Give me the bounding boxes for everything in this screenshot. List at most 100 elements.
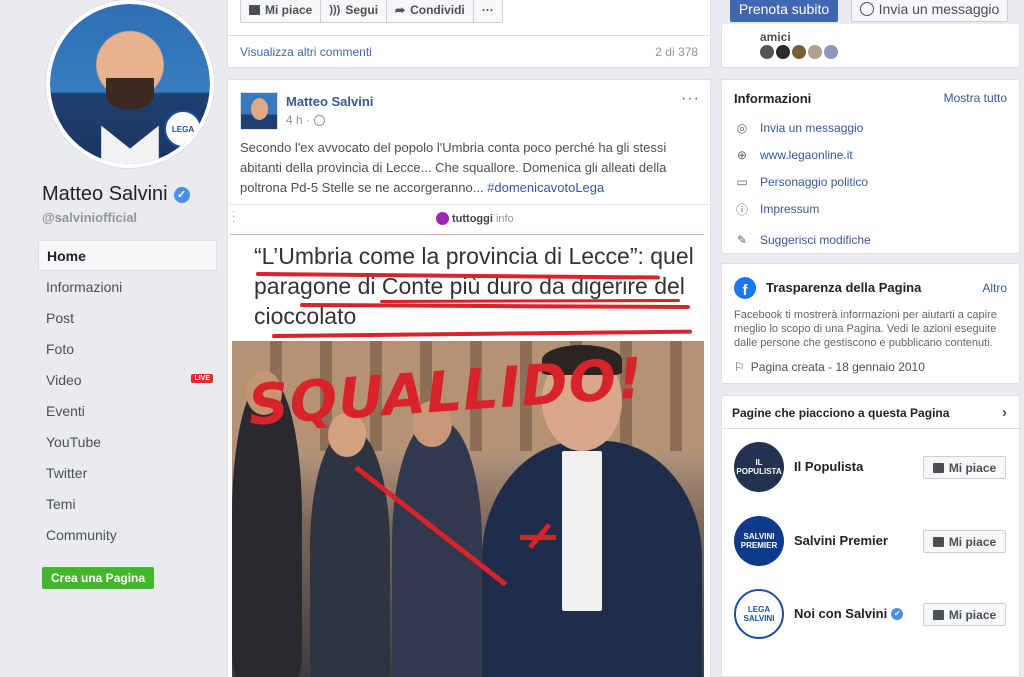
nav-item-video[interactable]: Video LIVE — [38, 364, 217, 395]
info-row-impressum[interactable]: ⓘ Impressum — [734, 201, 819, 217]
previous-post-footer: Mi piace ))) Segui ➦ Condividi ··· Visuali… — [227, 0, 711, 68]
verified-badge-icon: ✓ — [891, 607, 904, 620]
image-headline: “L’Umbria come la provincia di Lecce”: q… — [254, 243, 694, 329]
page-created-date: ⚐ Pagina creata - 18 gennaio 2010 — [734, 360, 925, 374]
friend-avatar[interactable] — [808, 45, 822, 59]
page-transparency-card: f Trasparenza della Pagina Altro Faceboo… — [721, 263, 1020, 384]
nav-item-home[interactable]: Home — [38, 240, 217, 271]
share-arrow-icon: ➦ — [395, 2, 406, 17]
liked-pages-card: Pagine che piacciono a questa Pagina › I… — [721, 395, 1020, 677]
nav-item-label: Informazioni — [46, 278, 123, 295]
follow-button[interactable]: ))) Segui — [321, 0, 388, 22]
friend-avatar[interactable] — [776, 45, 790, 59]
friends-label: amici — [760, 30, 791, 44]
info-row-message[interactable]: ◎ Invia un messaggio — [734, 120, 864, 136]
post-timestamp[interactable]: 4 h · — [286, 113, 326, 127]
flag-icon: ⚐ — [734, 360, 745, 374]
transparency-more-link[interactable]: Altro — [982, 281, 1007, 295]
nav-item-community[interactable]: Community — [38, 519, 217, 550]
post-card: Matteo Salvini 4 h · ··· Secondo l'ex av… — [227, 79, 711, 677]
verified-badge-icon: ✓ — [173, 186, 190, 203]
facebook-logo-icon: f — [734, 277, 756, 299]
thumbs-up-icon — [932, 462, 944, 473]
live-badge: LIVE — [191, 374, 213, 383]
page-name-text: Matteo Salvini — [42, 183, 168, 205]
nav-item-eventi[interactable]: Eventi — [38, 395, 217, 426]
like-page-button[interactable]: Mi piace — [923, 530, 1006, 553]
nav-item-label: Post — [46, 309, 75, 326]
nav-item-label: Eventi — [46, 402, 85, 419]
nav-item-label: Foto — [46, 340, 75, 357]
chevron-right-icon: › — [1002, 404, 1007, 421]
info-card-title: Informazioni — [734, 91, 812, 106]
profile-picture[interactable]: LEGA — [46, 0, 214, 168]
nav-item-foto[interactable]: Foto — [38, 333, 217, 364]
liked-page-row: IL POPULISTA Il Populista Mi piace — [734, 442, 1006, 492]
tuttoggi-logo: tuttoggi info — [436, 212, 514, 225]
info-row-suggest-edits[interactable]: ✎ Suggerisci modifiche — [734, 232, 871, 248]
page-handle[interactable]: @salviniofficial — [42, 210, 137, 225]
nav-item-post[interactable]: Post — [38, 302, 217, 333]
like-page-button[interactable]: Mi piace — [241, 0, 322, 22]
rss-icon: ))) — [329, 3, 341, 16]
friends-avatars[interactable] — [760, 45, 838, 59]
share-button[interactable]: ➦ Condividi — [387, 0, 474, 22]
info-row-website[interactable]: ⊕ www.legaonline.it — [734, 147, 853, 163]
friend-avatar[interactable] — [792, 45, 806, 59]
post-image[interactable]: · · · tuttoggi info “L’Umbria come la provi… — [230, 204, 710, 677]
page-avatar[interactable]: IL POPULISTA — [734, 442, 784, 492]
show-all-link[interactable]: Mostra tutto — [944, 91, 1007, 105]
friend-avatar[interactable] — [760, 45, 774, 59]
nav-item-label: Temi — [46, 495, 76, 512]
globe-icon: ⊕ — [736, 148, 748, 162]
nav-item-youtube[interactable]: YouTube — [38, 426, 217, 457]
transparency-title: Trasparenza della Pagina — [766, 280, 922, 295]
post-author-name[interactable]: Matteo Salvini — [286, 94, 373, 109]
liked-page-name[interactable]: Noi con Salvini ✓ — [794, 606, 904, 621]
like-page-button[interactable]: Mi piace — [923, 456, 1006, 479]
create-page-button[interactable]: Crea una Pagina — [42, 567, 155, 589]
nav-item-label: Twitter — [46, 464, 88, 481]
hashtag-link[interactable]: #domenicavotoLega — [487, 180, 604, 195]
transparency-description: Facebook ti mostrerà informazioni per ai… — [734, 309, 997, 349]
like-page-button[interactable]: Mi piace — [923, 603, 1006, 626]
nav-item-twitter[interactable]: Twitter — [38, 457, 217, 488]
info-icon: ⓘ — [735, 202, 748, 217]
page-title[interactable]: Matteo Salvini ✓ — [42, 183, 190, 206]
previous-post-actions: Mi piace ))) Segui ➦ Condividi ··· — [240, 0, 503, 23]
thumbs-up-icon — [249, 4, 260, 15]
category-icon: ▭ — [736, 175, 748, 189]
liked-page-row: LEGA SALVINI Noi con Salvini ✓ Mi piace — [734, 589, 1006, 639]
nav-item-label: Community — [46, 526, 117, 543]
friend-avatar[interactable] — [824, 45, 838, 59]
friends-card: amici — [721, 24, 1020, 68]
image-dots-icon: · · · — [232, 206, 236, 227]
view-more-comments-link[interactable]: Visualizza altri commenti — [240, 45, 372, 59]
thumbs-up-icon — [932, 609, 944, 620]
page-avatar[interactable]: LEGA SALVINI — [734, 589, 784, 639]
liked-pages-header[interactable]: Pagine che piacciono a questa Pagina › — [722, 396, 1019, 429]
book-now-button[interactable]: Prenota subito — [730, 0, 838, 22]
globe-icon — [314, 114, 326, 126]
liked-page-row: SALVINI PREMIER Salvini Premier Mi piace — [734, 516, 1006, 566]
pencil-icon: ✎ — [736, 233, 748, 247]
nav-item-temi[interactable]: Temi — [38, 488, 217, 519]
info-row-category[interactable]: ▭ Personaggio politico — [734, 174, 868, 190]
more-options-button[interactable]: ··· — [473, 0, 502, 22]
nav-item-label: Video — [46, 371, 82, 388]
page-nav: Home Informazioni Post Foto Video LIVE Eventi Y… — [38, 240, 217, 550]
lega-logo-badge: LEGA — [164, 110, 202, 148]
tuttoggi-logo-icon — [436, 212, 449, 225]
liked-page-name[interactable]: Salvini Premier — [794, 533, 888, 548]
page-avatar[interactable]: SALVINI PREMIER — [734, 516, 784, 566]
nav-item-label: YouTube — [46, 433, 102, 450]
post-author-avatar[interactable] — [240, 92, 278, 130]
thumbs-up-icon — [932, 536, 944, 547]
comment-count: 2 di 378 — [655, 45, 698, 59]
nav-item-informazioni[interactable]: Informazioni — [38, 271, 217, 302]
post-options-button[interactable]: ··· — [681, 90, 700, 108]
nav-item-label: Home — [47, 247, 86, 264]
post-text: Secondo l'ex avvocato del popolo l'Umbri… — [240, 140, 667, 195]
liked-page-name[interactable]: Il Populista — [794, 459, 863, 474]
send-message-button[interactable]: Invia un messaggio — [851, 0, 1008, 22]
